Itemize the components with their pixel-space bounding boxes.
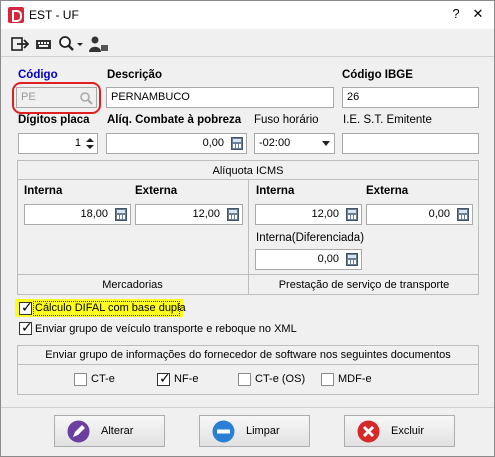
transp-externa-input[interactable]: 0,00 — [366, 204, 473, 225]
checkmark-icon: ✓ — [21, 299, 33, 315]
cte-checkbox[interactable] — [74, 373, 87, 386]
divider — [17, 274, 479, 275]
transp-diferenciada-label: Interna(Diferenciada) — [256, 232, 365, 244]
aliq-combate-value: 0,00 — [202, 137, 224, 149]
limpar-button[interactable]: Limpar — [199, 415, 310, 447]
chevron-down-icon — [322, 141, 330, 146]
calculator-icon[interactable] — [457, 208, 469, 221]
delete-x-icon — [357, 420, 380, 443]
digitos-placa-stepper[interactable]: 1 — [18, 133, 98, 154]
codigo-value: PE — [21, 91, 36, 103]
calculator-icon[interactable] — [346, 253, 358, 266]
title-bar: EST - UF ? ✕ — [1, 1, 494, 29]
calculator-icon[interactable] — [346, 208, 358, 221]
codigo-field[interactable]: PE — [16, 87, 97, 108]
mdfe-checkbox[interactable] — [321, 373, 334, 386]
transp-interna-label: Interna — [256, 185, 295, 197]
minus-circle-icon — [212, 420, 235, 443]
merc-externa-value: 12,00 — [192, 208, 220, 220]
codigo-ibge-input[interactable]: 26 — [342, 87, 479, 108]
ie-st-input[interactable] — [342, 133, 479, 154]
alterar-button[interactable]: Alterar — [54, 415, 165, 447]
divider — [17, 364, 479, 365]
aliq-combate-input[interactable]: 0,00 — [106, 133, 247, 154]
checkmark-icon: ✓ — [159, 370, 171, 386]
cte-label[interactable]: CT-e — [91, 373, 115, 385]
users-icon[interactable] — [87, 35, 109, 53]
codigo-label: Código — [18, 69, 58, 81]
fornecedor-title: Enviar grupo de informações do fornecedo… — [45, 349, 451, 361]
nfe-checkbox[interactable]: ✓ — [157, 370, 171, 386]
descricao-label: Descrição — [107, 69, 162, 81]
transporte-footer: Prestação de serviço de transporte — [278, 279, 450, 291]
transp-externa-label: Externa — [366, 185, 409, 197]
transp-diferenciada-value: 0,00 — [317, 253, 339, 265]
excluir-button[interactable]: Excluir — [344, 415, 455, 447]
window-title: EST - UF — [29, 8, 79, 22]
merc-interna-value: 18,00 — [80, 208, 108, 220]
toolbar — [1, 31, 494, 57]
merc-externa-label: Externa — [135, 185, 178, 197]
veiculo-label[interactable]: Enviar grupo de veículo transporte e reb… — [35, 323, 297, 335]
calculator-icon[interactable] — [231, 137, 243, 150]
veiculo-checkbox[interactable]: ✓ — [19, 319, 33, 335]
ie-st-label: I.E. S.T. Emitente — [343, 114, 432, 126]
divider — [1, 407, 494, 408]
fuso-horario-label: Fuso horário — [254, 114, 319, 126]
aliq-combate-label: Alíq. Combate à pobreza — [107, 114, 242, 126]
transp-interna-input[interactable]: 12,00 — [255, 204, 362, 225]
digitos-placa-value: 1 — [74, 137, 81, 149]
keyboard-icon[interactable] — [35, 35, 53, 53]
help-button[interactable]: ? — [448, 6, 464, 22]
window: EST - UF ? ✕ Código Descrição Código IBG… — [0, 0, 495, 457]
merc-interna-label: Interna — [24, 185, 63, 197]
fuso-horario-select[interactable]: -02:00 — [254, 133, 335, 154]
app-logo-icon — [8, 7, 24, 23]
codigo-ibge-label: Código IBGE — [342, 69, 413, 81]
checkmark-icon: ✓ — [21, 319, 33, 335]
spin-arrows-icon[interactable] — [85, 136, 95, 151]
difal-label[interactable]: Cálculo DIFAL com base dupla — [35, 302, 186, 314]
difal-checkbox[interactable]: ✓ — [19, 299, 33, 315]
close-button[interactable]: ✕ — [470, 6, 486, 22]
digitos-placa-label: Dígitos placa — [18, 114, 90, 126]
transp-externa-value: 0,00 — [428, 208, 450, 220]
cte-os-label[interactable]: CT-e (OS) — [255, 373, 305, 385]
exit-icon[interactable] — [10, 35, 30, 53]
cte-os-checkbox[interactable] — [238, 373, 251, 386]
limpar-label: Limpar — [246, 425, 280, 437]
alterar-label: Alterar — [101, 425, 134, 437]
merc-interna-input[interactable]: 18,00 — [24, 204, 131, 225]
merc-externa-input[interactable]: 12,00 — [135, 204, 243, 225]
transp-interna-value: 12,00 — [311, 208, 339, 220]
descricao-input[interactable]: PERNAMBUCO — [106, 87, 334, 108]
mdfe-label[interactable]: MDF-e — [338, 373, 372, 385]
transp-diferenciada-input[interactable]: 0,00 — [255, 249, 362, 270]
edit-pencil-icon — [67, 420, 90, 443]
divider — [248, 179, 249, 295]
fuso-horario-value: -02:00 — [259, 137, 291, 149]
aliquota-icms-title: Alíquota ICMS — [212, 165, 284, 177]
search-lookup-icon[interactable] — [79, 91, 93, 105]
mercadorias-footer: Mercadorias — [102, 279, 163, 291]
nfe-label[interactable]: NF-e — [174, 373, 198, 385]
calculator-icon[interactable] — [115, 208, 127, 221]
excluir-label: Excluir — [391, 425, 425, 437]
calculator-icon[interactable] — [227, 208, 239, 221]
search-dropdown-icon[interactable] — [58, 35, 84, 53]
